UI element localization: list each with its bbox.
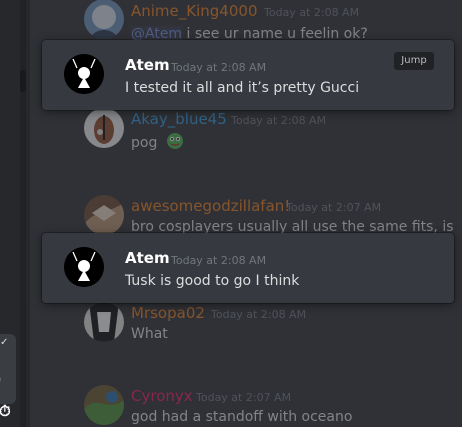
message-content: pog bbox=[131, 132, 184, 154]
message-timestamp: Today at 2:08 AM bbox=[171, 61, 267, 74]
message-author[interactable]: Mrsopa02 bbox=[131, 304, 205, 322]
message-timestamp: Today at 2:07 AM bbox=[286, 201, 382, 214]
left-rail-scroll-thumb[interactable] bbox=[20, 70, 26, 92]
timer-icon[interactable]: ⏱ bbox=[0, 402, 11, 420]
message-timestamp: Today at 2:08 AM bbox=[211, 308, 307, 321]
avatar[interactable] bbox=[84, 302, 124, 342]
avatar[interactable] bbox=[64, 247, 104, 287]
avatar[interactable] bbox=[84, 385, 124, 425]
message-timestamp: Today at 2:08 AM bbox=[171, 254, 267, 267]
message-preview[interactable]: Atem Today at 2:08 AM I tested it all an… bbox=[42, 40, 454, 110]
message-text: Tusk is good to go I think bbox=[125, 273, 300, 289]
message-text: What bbox=[131, 326, 168, 342]
message-text: I tested it all and it’s pretty Gucci bbox=[125, 80, 360, 96]
jump-button[interactable]: Jump bbox=[394, 52, 434, 70]
check-icon: ✓ bbox=[0, 337, 9, 348]
avatar[interactable] bbox=[84, 108, 124, 148]
avatar[interactable] bbox=[64, 54, 104, 94]
message-text: pog bbox=[131, 135, 158, 151]
avatar[interactable] bbox=[84, 0, 124, 39]
message-text: god had a standoff with oceano bbox=[131, 409, 353, 425]
message-author[interactable]: Atem bbox=[125, 249, 170, 267]
message-author[interactable]: Anime_King4000 bbox=[131, 2, 257, 20]
message-author[interactable]: awesomegodzillafan! bbox=[131, 197, 290, 215]
left-rail-scroll[interactable] bbox=[20, 0, 26, 427]
message-preview[interactable]: Atem Today at 2:08 AM Tusk is good to go… bbox=[42, 233, 454, 303]
rail-partial-icon: ) bbox=[0, 372, 1, 388]
message-author[interactable]: Akay_blue45 bbox=[131, 110, 227, 128]
message-timestamp: Today at 2:08 AM bbox=[264, 6, 360, 19]
message-author[interactable]: Cyronyx bbox=[131, 387, 193, 405]
chat-scroll-area[interactable]: Anime_King4000 Today at 2:08 AM @Atem i … bbox=[30, 0, 462, 427]
pepe-emoji-icon bbox=[166, 132, 184, 154]
message-timestamp: Today at 2:08 AM bbox=[231, 114, 327, 127]
message-author[interactable]: Atem bbox=[125, 56, 170, 74]
avatar[interactable] bbox=[84, 195, 124, 235]
message-timestamp: Today at 2:07 AM bbox=[196, 391, 292, 404]
